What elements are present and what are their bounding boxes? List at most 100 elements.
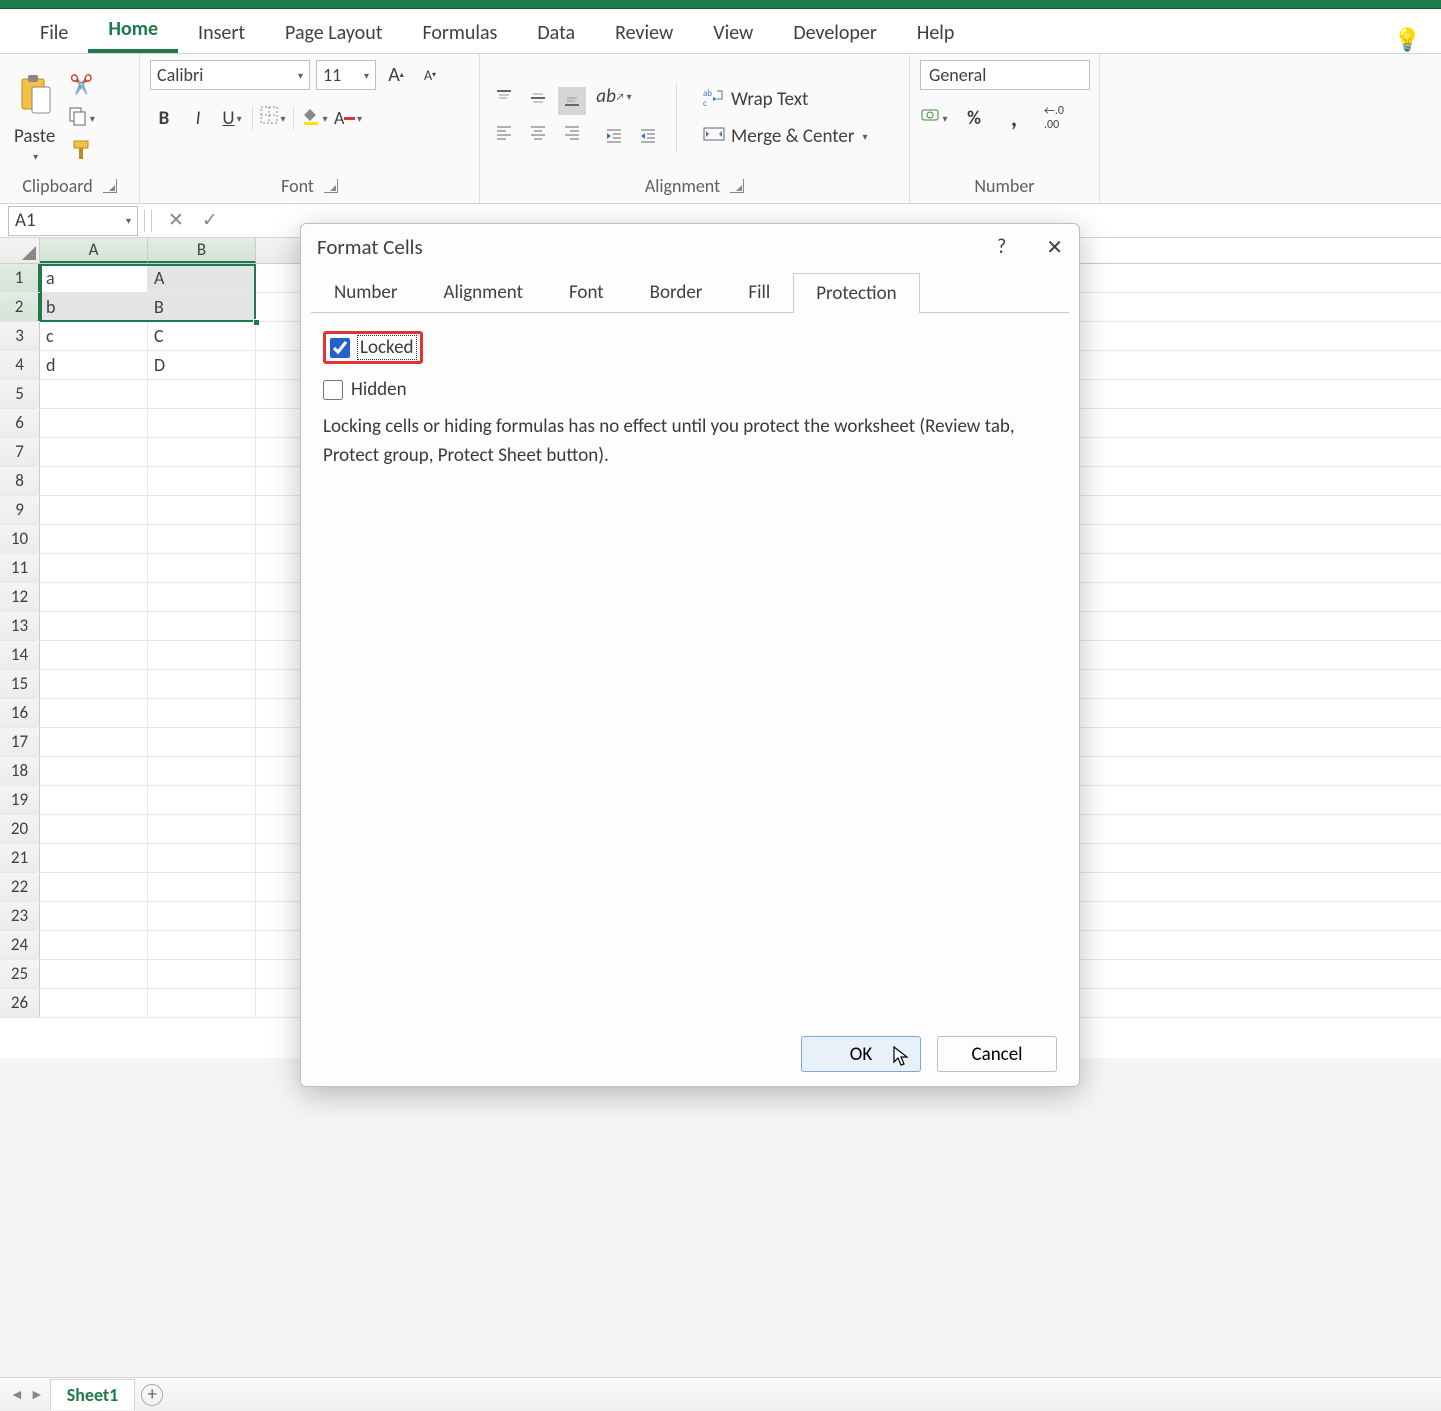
merge-center-button[interactable]: Merge & Center▾ [703, 125, 868, 149]
row-header[interactable]: 21 [0, 844, 40, 872]
cell[interactable] [148, 612, 256, 640]
align-right-button[interactable] [558, 121, 586, 149]
row-header[interactable]: 19 [0, 786, 40, 814]
align-bottom-button[interactable] [558, 87, 586, 115]
tab-insert[interactable]: Insert [178, 11, 265, 53]
cell[interactable] [148, 409, 256, 437]
locked-label[interactable]: Locked [358, 336, 416, 359]
cell[interactable] [148, 699, 256, 727]
cell[interactable] [40, 757, 148, 785]
row-header[interactable]: 9 [0, 496, 40, 524]
fill-handle[interactable] [253, 319, 260, 326]
locked-checkbox[interactable] [330, 338, 350, 358]
row-header[interactable]: 4 [0, 351, 40, 379]
orientation-button[interactable]: ab↗▾ [600, 83, 628, 111]
column-header-b[interactable]: B [148, 238, 256, 263]
dialog-tab-fill[interactable]: Fill [725, 272, 793, 312]
font-name-select[interactable]: Calibri▾ [150, 60, 310, 90]
cell[interactable] [148, 989, 256, 1017]
row-header[interactable]: 12 [0, 583, 40, 611]
number-format-select[interactable]: General [920, 60, 1090, 90]
sheet-nav-next[interactable]: ► [30, 1386, 44, 1403]
cell[interactable]: B [148, 293, 256, 321]
cell[interactable] [40, 989, 148, 1017]
cell[interactable]: A [148, 264, 256, 292]
fill-color-button[interactable]: ▾ [300, 104, 328, 132]
align-middle-button[interactable] [524, 87, 552, 115]
cell[interactable] [40, 931, 148, 959]
row-header[interactable]: 11 [0, 554, 40, 582]
cancel-formula-button[interactable]: ✕ [168, 209, 184, 232]
decrease-font-button[interactable]: A▾ [416, 61, 444, 89]
row-header[interactable]: 2 [0, 293, 40, 321]
format-painter-button[interactable] [67, 139, 95, 167]
tab-help[interactable]: Help [897, 11, 975, 53]
row-header[interactable]: 7 [0, 438, 40, 466]
copy-button[interactable]: ▾ [67, 105, 95, 133]
tab-file[interactable]: File [20, 11, 88, 53]
font-color-button[interactable]: A▾ [334, 104, 362, 132]
dialog-tab-alignment[interactable]: Alignment [421, 272, 546, 312]
tab-review[interactable]: Review [595, 11, 693, 53]
row-header[interactable]: 13 [0, 612, 40, 640]
cell[interactable] [40, 844, 148, 872]
name-box-resize[interactable] [144, 210, 152, 232]
dialog-help-button[interactable]: ? [997, 235, 1006, 259]
cell[interactable] [40, 612, 148, 640]
cell[interactable]: c [40, 322, 148, 350]
row-header[interactable]: 25 [0, 960, 40, 988]
cell[interactable] [40, 641, 148, 669]
lightbulb-icon[interactable]: 💡 [1394, 26, 1421, 53]
cell[interactable] [148, 525, 256, 553]
align-left-button[interactable] [490, 121, 518, 149]
row-header[interactable]: 14 [0, 641, 40, 669]
row-header[interactable]: 1 [0, 264, 40, 292]
cell[interactable] [148, 467, 256, 495]
row-header[interactable]: 10 [0, 525, 40, 553]
cell[interactable] [148, 728, 256, 756]
cancel-button[interactable]: Cancel [937, 1036, 1057, 1072]
row-header[interactable]: 26 [0, 989, 40, 1017]
cell[interactable] [148, 902, 256, 930]
cell[interactable] [40, 815, 148, 843]
cell[interactable] [40, 380, 148, 408]
row-header[interactable]: 24 [0, 931, 40, 959]
cell[interactable]: D [148, 351, 256, 379]
cell[interactable] [148, 583, 256, 611]
cell[interactable] [40, 873, 148, 901]
cell[interactable] [40, 467, 148, 495]
add-sheet-button[interactable]: + [141, 1384, 163, 1406]
dialog-tab-number[interactable]: Number [311, 272, 421, 312]
tab-page-layout[interactable]: Page Layout [265, 11, 402, 53]
cell[interactable] [40, 728, 148, 756]
cell[interactable] [148, 438, 256, 466]
cell[interactable] [148, 380, 256, 408]
alignment-dialog-launcher[interactable] [730, 179, 744, 193]
cell[interactable] [148, 960, 256, 988]
increase-font-button[interactable]: A▴ [382, 61, 410, 89]
sheet-tab-1[interactable]: Sheet1 [50, 1379, 136, 1410]
cell[interactable] [148, 844, 256, 872]
align-center-button[interactable] [524, 121, 552, 149]
cell[interactable] [148, 757, 256, 785]
ok-button[interactable]: OK [801, 1036, 921, 1072]
hidden-checkbox[interactable] [323, 380, 343, 400]
tab-home[interactable]: Home [88, 7, 178, 53]
dialog-tab-border[interactable]: Border [627, 272, 726, 312]
italic-button[interactable]: I [184, 104, 212, 132]
cell[interactable] [148, 641, 256, 669]
column-header-a[interactable]: A [40, 238, 148, 263]
row-header[interactable]: 3 [0, 322, 40, 350]
enter-formula-button[interactable]: ✓ [202, 209, 218, 232]
cell[interactable] [148, 873, 256, 901]
row-header[interactable]: 8 [0, 467, 40, 495]
row-header[interactable]: 5 [0, 380, 40, 408]
cell[interactable] [40, 960, 148, 988]
select-all-corner[interactable] [0, 238, 40, 263]
accounting-format-button[interactable]: ▾ [920, 104, 948, 132]
cell[interactable] [40, 554, 148, 582]
row-header[interactable]: 18 [0, 757, 40, 785]
tab-data[interactable]: Data [517, 11, 595, 53]
cell[interactable] [148, 554, 256, 582]
cell[interactable] [40, 409, 148, 437]
